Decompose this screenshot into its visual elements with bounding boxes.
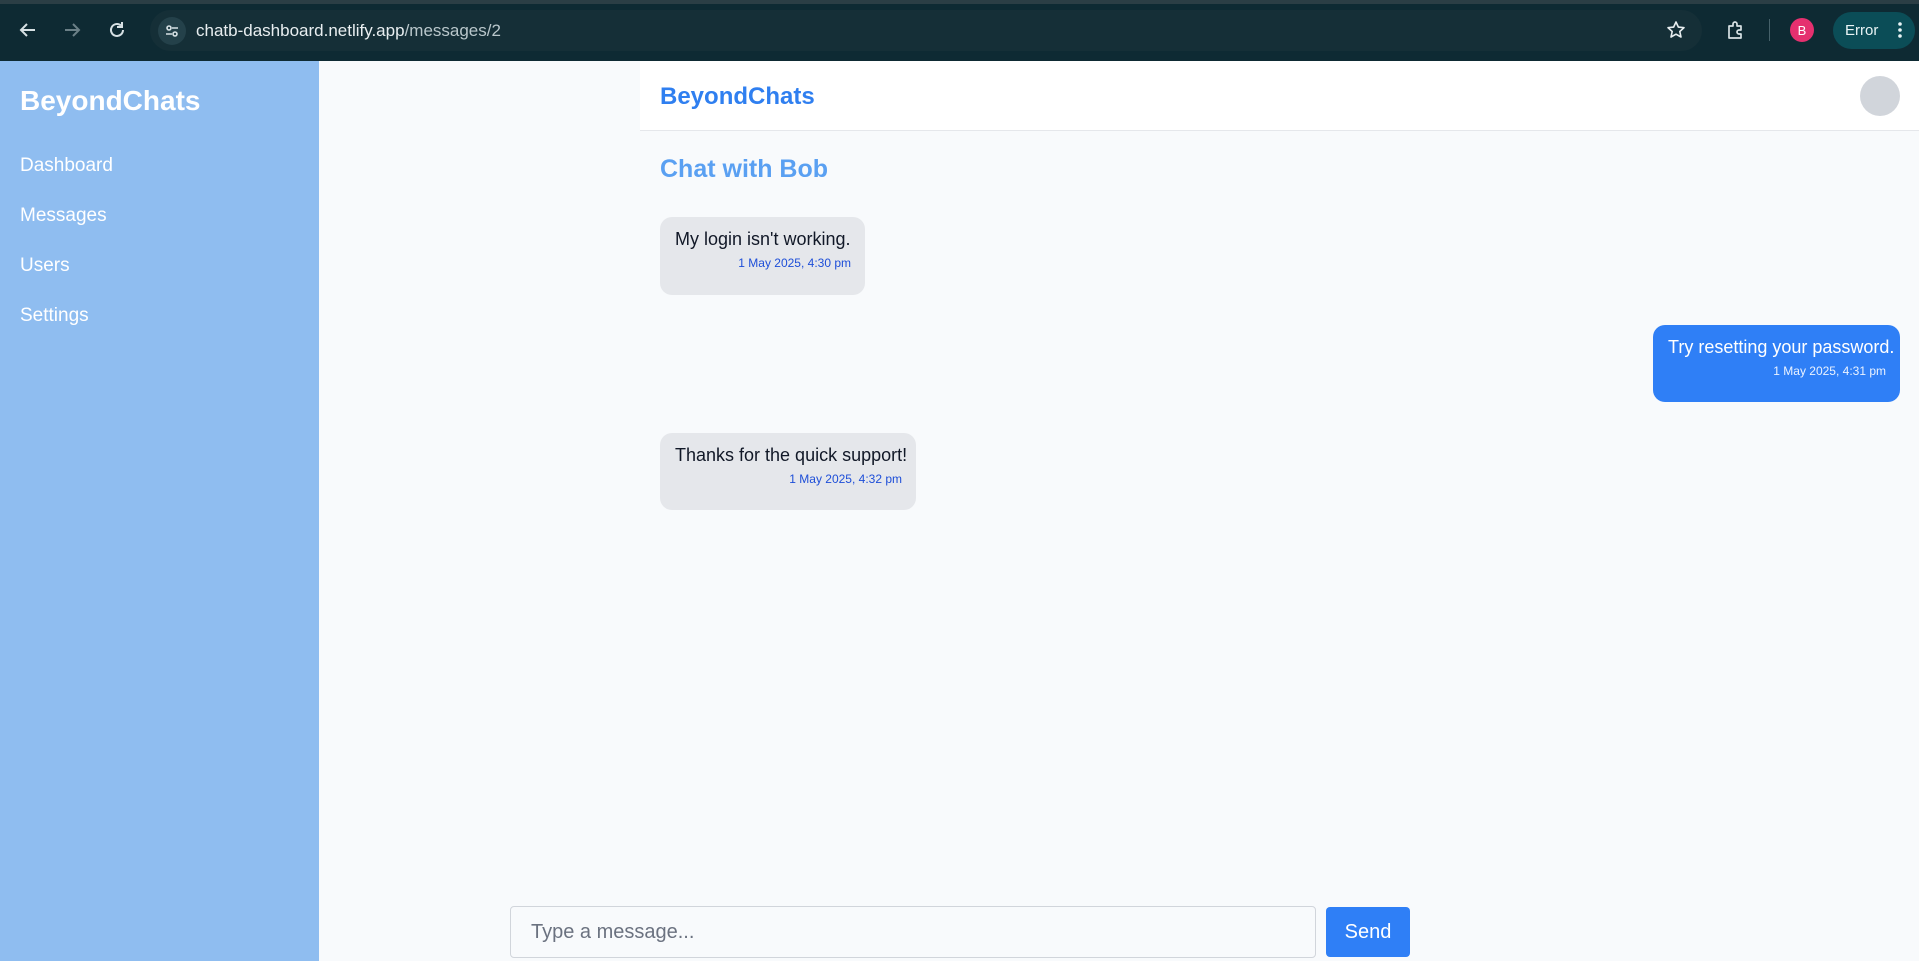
tab-strip: [0, 0, 1919, 4]
tune-icon: [166, 25, 178, 37]
sidebar: BeyondChats Dashboard Messages Users Set…: [0, 61, 319, 961]
message-text: My login isn't working.: [675, 229, 851, 249]
more-vertical-icon: [1898, 22, 1902, 38]
arrow-left-icon: [19, 23, 35, 37]
message-bubble: Thanks for the quick support! 1 May 2025…: [660, 433, 916, 510]
message-timestamp: 1 May 2025, 4:31 pm: [1773, 364, 1886, 378]
message-input[interactable]: [510, 906, 1316, 958]
bookmark-button[interactable]: [1664, 18, 1688, 42]
message-text: Try resetting your password.: [1668, 337, 1895, 357]
url-path: /messages/2: [404, 21, 501, 40]
reload-button[interactable]: [101, 14, 133, 46]
reload-icon: [110, 22, 124, 37]
sidebar-item-dashboard[interactable]: Dashboard: [20, 155, 113, 177]
sidebar-item-settings[interactable]: Settings: [20, 305, 89, 327]
message-bubble: My login isn't working. 1 May 2025, 4:30…: [660, 217, 865, 295]
user-avatar[interactable]: [1860, 76, 1900, 116]
back-button[interactable]: [12, 14, 44, 46]
extensions-button[interactable]: [1722, 16, 1750, 44]
message-timestamp: 1 May 2025, 4:30 pm: [738, 256, 851, 270]
header-title: BeyondChats: [660, 83, 815, 110]
puzzle-icon: [1728, 21, 1742, 39]
error-label: Error: [1845, 22, 1879, 39]
message-bubble: Try resetting your password. 1 May 2025,…: [1653, 325, 1900, 402]
arrow-right-icon: [65, 23, 81, 37]
app-header: BeyondChats: [640, 61, 1919, 131]
star-icon: [1667, 21, 1685, 38]
site-info-button[interactable]: [158, 17, 186, 45]
message-timestamp: 1 May 2025, 4:32 pm: [789, 472, 902, 486]
sidebar-brand: BeyondChats: [20, 85, 201, 116]
url-text: chatb-dashboard.netlify.app/messages/2: [196, 21, 501, 41]
url-host: chatb-dashboard.netlify.app: [196, 21, 405, 40]
profile-avatar[interactable]: B: [1790, 18, 1814, 42]
browser-toolbar: chatb-dashboard.netlify.app/messages/2 B…: [0, 0, 1919, 61]
toolbar-divider: [1769, 19, 1770, 41]
send-button[interactable]: Send: [1326, 907, 1410, 957]
address-bar[interactable]: chatb-dashboard.netlify.app/messages/2: [150, 10, 1702, 51]
sidebar-item-messages[interactable]: Messages: [20, 205, 107, 227]
sidebar-item-users[interactable]: Users: [20, 255, 70, 277]
chat-title: Chat with Bob: [660, 155, 829, 183]
error-button[interactable]: Error: [1833, 12, 1915, 49]
forward-button[interactable]: [56, 14, 88, 46]
message-text: Thanks for the quick support!: [675, 445, 908, 465]
